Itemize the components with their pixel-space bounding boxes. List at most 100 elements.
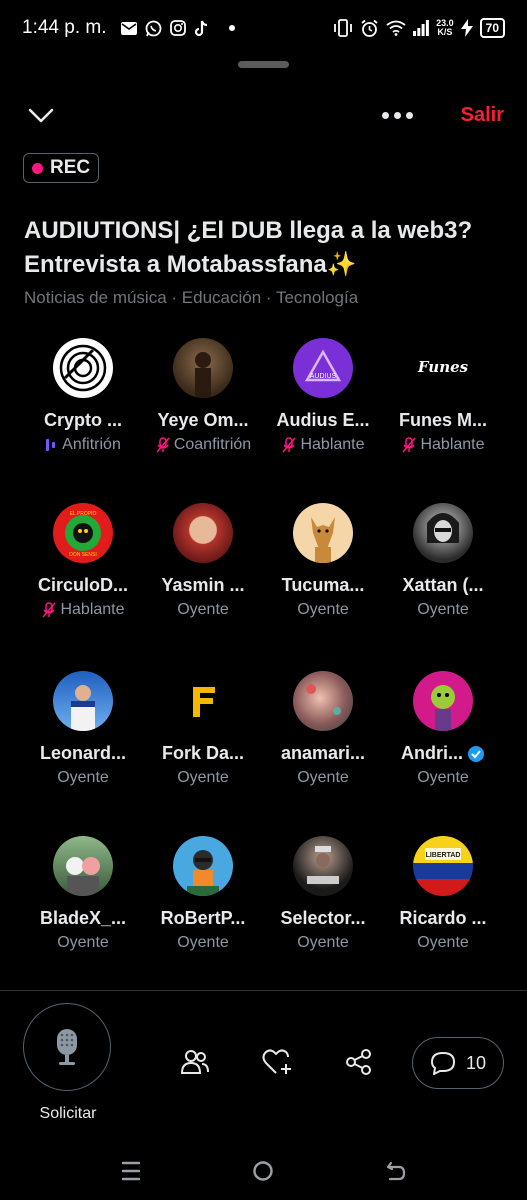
- participant[interactable]: AUDIUS Audius E... Hablante: [268, 338, 378, 454]
- mic-muted-icon: [42, 602, 57, 618]
- participant[interactable]: anamari... Oyente: [268, 671, 378, 787]
- footer-divider: [0, 990, 527, 991]
- exit-button[interactable]: Salir: [461, 104, 504, 127]
- more-options-icon[interactable]: [382, 112, 413, 119]
- participant-name: Tucuma...: [281, 575, 365, 595]
- microphone-icon: [57, 1029, 77, 1065]
- comments-button[interactable]: 10: [412, 1037, 504, 1089]
- role-label: Hablante: [300, 436, 365, 453]
- avatar: [173, 671, 233, 731]
- avatar: [173, 503, 233, 563]
- participant[interactable]: Xattan (... Oyente: [388, 503, 498, 619]
- audius-logo-icon: AUDIUS: [304, 349, 342, 382]
- role-label: Hablante: [420, 436, 485, 453]
- role-label: Oyente: [417, 601, 469, 618]
- participant-role: Hablante: [388, 436, 498, 454]
- role-label: Oyente: [417, 769, 469, 786]
- role-label: Oyente: [297, 601, 349, 618]
- system-nav-bar: [0, 1150, 527, 1195]
- participant[interactable]: Crypto ... Anfitrión: [28, 338, 138, 454]
- recent-apps-icon[interactable]: [121, 1160, 141, 1187]
- rec-badge: REC: [23, 153, 100, 183]
- comment-icon: [430, 1052, 455, 1075]
- participant-role: Oyente: [268, 769, 378, 787]
- participant-role: Hablante: [28, 601, 138, 619]
- participant[interactable]: Yasmin ... Oyente: [148, 503, 258, 619]
- avatar: Funes: [413, 338, 473, 398]
- circulo-logo-icon: EL PROPIO DON SENSI: [56, 506, 110, 560]
- participant[interactable]: BladeX_... Oyente: [28, 836, 138, 952]
- flag-avatar-icon: LIBERTAD: [425, 848, 461, 860]
- avatar: [293, 836, 353, 896]
- crypto-logo-icon: [59, 344, 107, 392]
- home-icon[interactable]: [252, 1160, 274, 1187]
- fork-logo-icon: [193, 687, 215, 717]
- participant[interactable]: EL PROPIO DON SENSI CirculoD... Hablante: [28, 503, 138, 619]
- participant-name: RoBertP...: [160, 908, 246, 928]
- speaking-icon: [46, 439, 56, 451]
- participant-role: Oyente: [268, 601, 378, 619]
- participant[interactable]: Yeye Om... Coanfitrión: [148, 338, 258, 454]
- space-top-bar: Salir: [0, 98, 527, 138]
- request-mic-button[interactable]: [23, 1003, 111, 1091]
- participant-name: CirculoD...: [37, 575, 128, 595]
- role-label: Oyente: [297, 934, 349, 951]
- participant-name: Xattan (...: [402, 575, 484, 595]
- participant[interactable]: Funes Funes M... Hablante: [388, 338, 498, 454]
- chevron-down-icon[interactable]: [28, 108, 54, 129]
- role-label: Oyente: [177, 769, 229, 786]
- mic-muted-icon: [156, 437, 170, 453]
- participant-role: Oyente: [148, 601, 258, 619]
- participant[interactable]: Tucuma... Oyente: [268, 503, 378, 619]
- avatar: [413, 503, 473, 563]
- signal-icon: [413, 20, 430, 36]
- battery-indicator: 70: [479, 18, 505, 38]
- participant-name: Crypto ...: [43, 410, 122, 430]
- dot-icon: [228, 25, 235, 31]
- sheet-grabber[interactable]: [238, 61, 289, 68]
- role-label: Anfitrión: [62, 436, 121, 453]
- participant-name: anamari...: [280, 743, 366, 763]
- participant[interactable]: RoBertP... Oyente: [148, 836, 258, 952]
- instagram-icon: [169, 20, 186, 36]
- avatar: [173, 338, 233, 398]
- heart-add-icon[interactable]: [262, 1048, 294, 1081]
- request-label: Solicitar: [39, 1105, 97, 1122]
- role-label: Oyente: [177, 601, 229, 618]
- participant-name: Yeye Om...: [157, 410, 249, 430]
- participant-name: Andri...: [388, 743, 498, 764]
- mail-icon: [120, 21, 137, 35]
- participant-role: Oyente: [268, 934, 378, 952]
- participant[interactable]: Selector... Oyente: [268, 836, 378, 952]
- role-label: Oyente: [417, 934, 469, 951]
- participant[interactable]: Andri... Oyente: [388, 671, 498, 787]
- participant-name: Funes M...: [398, 410, 487, 430]
- participant-name: Fork Da...: [161, 743, 245, 763]
- back-icon[interactable]: [385, 1160, 407, 1187]
- avatar: [53, 671, 113, 731]
- people-icon[interactable]: [180, 1048, 210, 1081]
- participant[interactable]: Leonard... Oyente: [28, 671, 138, 787]
- avatar: [413, 671, 473, 731]
- participant[interactable]: LIBERTAD Ricardo ... Oyente: [388, 836, 498, 952]
- avatar: AUDIUS: [293, 338, 353, 398]
- rec-label: REC: [50, 157, 91, 178]
- avatar: [173, 836, 233, 896]
- space-topics: Noticias de música · Educación · Tecnolo…: [24, 288, 359, 307]
- participant-role: Oyente: [388, 601, 498, 619]
- participant-role: Oyente: [28, 934, 138, 952]
- share-icon[interactable]: [345, 1048, 373, 1081]
- role-label: Oyente: [297, 769, 349, 786]
- participant-role: Oyente: [148, 934, 258, 952]
- whatsapp-icon: [145, 20, 162, 37]
- svg-text:DON SENSI: DON SENSI: [69, 552, 97, 558]
- participant-role: Oyente: [28, 769, 138, 787]
- network-speed-unit: K/S: [437, 27, 453, 37]
- participant-role: Hablante: [268, 436, 378, 454]
- space-title: AUDIUTIONS| ¿El DUB llega a la web3? Ent…: [24, 217, 473, 278]
- role-label: Oyente: [57, 769, 109, 786]
- participant[interactable]: Fork Da... Oyente: [148, 671, 258, 787]
- role-label: Oyente: [57, 934, 109, 951]
- participant-role: Oyente: [388, 934, 498, 952]
- svg-text:Funes: Funes: [417, 358, 469, 376]
